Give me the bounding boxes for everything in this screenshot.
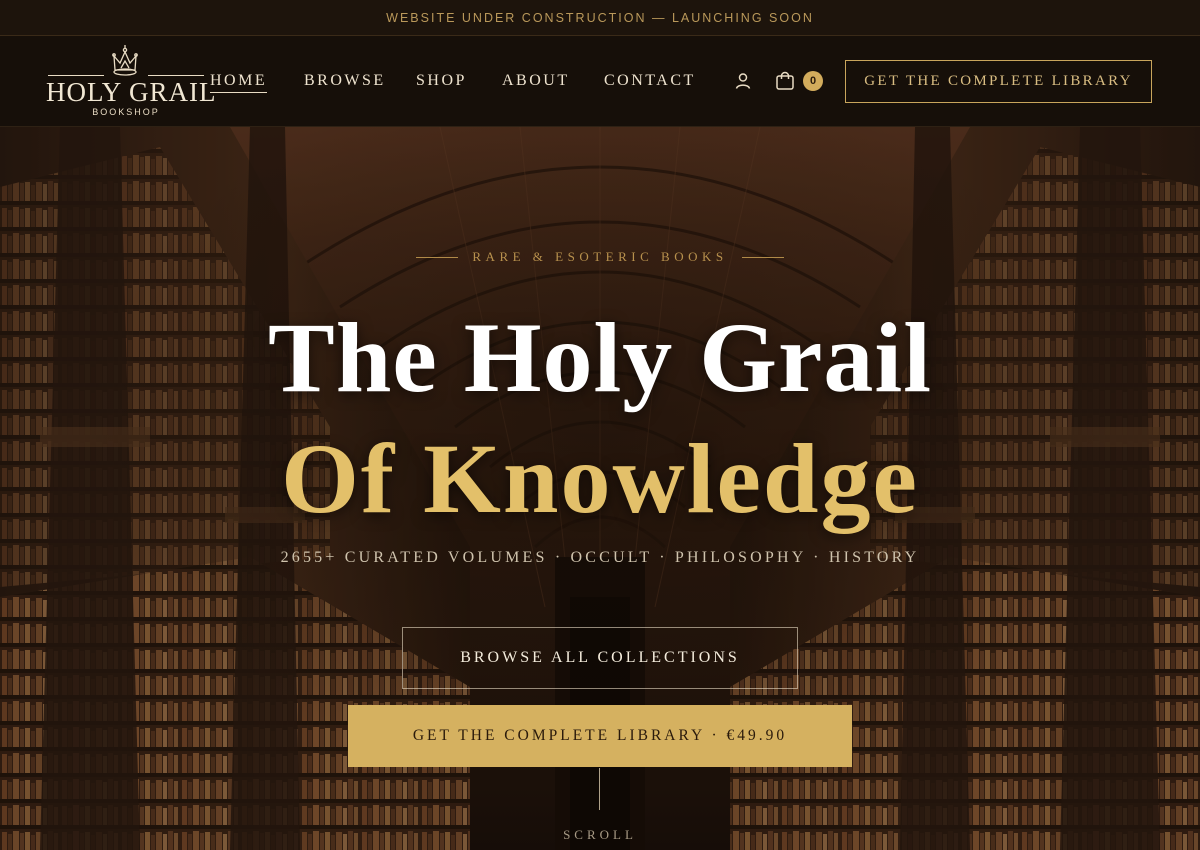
announcement-text: WEBSITE UNDER CONSTRUCTION — LAUNCHING S… (386, 10, 814, 25)
eyebrow-rule-right (741, 256, 784, 258)
hero-tagline: 2655+ CURATED VOLUMES · OCCULT · PHILOSO… (280, 549, 920, 566)
hero-eyebrow: RARE & ESOTERIC BOOKS (0, 249, 1200, 265)
logo[interactable]: HOLY GRAIL BOOKSHOP (46, 44, 217, 120)
get-complete-library-button[interactable]: GET THE COMPLETE LIBRARY · €49.90 (348, 705, 852, 767)
crown-icon (112, 45, 138, 76)
eyebrow-text: RARE & ESOTERIC BOOKS (472, 249, 728, 264)
cart-icon[interactable] (774, 70, 796, 92)
nav-browse[interactable]: BROWSE (304, 72, 386, 90)
nav-about[interactable]: ABOUT (502, 72, 570, 90)
hero-title-line-1: The Holy Grail (268, 302, 932, 413)
nav-home[interactable]: HOME (210, 72, 268, 93)
logo-subtitle: BOOKSHOP (92, 107, 160, 117)
cart-count-badge: 0 (803, 71, 823, 91)
announcement-bar: WEBSITE UNDER CONSTRUCTION — LAUNCHING S… (0, 0, 1200, 36)
scroll-label[interactable]: SCROLL (0, 827, 1200, 843)
browse-collections-button[interactable]: BROWSE ALL COLLECTIONS (402, 627, 798, 689)
nav-shop[interactable]: SHOP (416, 72, 467, 90)
nav-contact[interactable]: CONTACT (604, 72, 696, 90)
logo-name: HOLY GRAIL (46, 77, 217, 107)
user-icon[interactable] (733, 71, 753, 91)
scroll-indicator-line (599, 768, 600, 810)
site-header: HOLY GRAIL BOOKSHOP HOME BROWSE SHOP ABO… (0, 36, 1200, 127)
eyebrow-rule-left (416, 256, 459, 258)
hero-section: RARE & ESOTERIC BOOKS The Holy Grail Of … (0, 127, 1200, 850)
logo-rule-right (148, 75, 204, 76)
hero-title-line-2: Of Knowledge (281, 423, 919, 534)
logo-rule-left (48, 75, 104, 76)
header-get-library-button[interactable]: GET THE COMPLETE LIBRARY (845, 60, 1152, 103)
